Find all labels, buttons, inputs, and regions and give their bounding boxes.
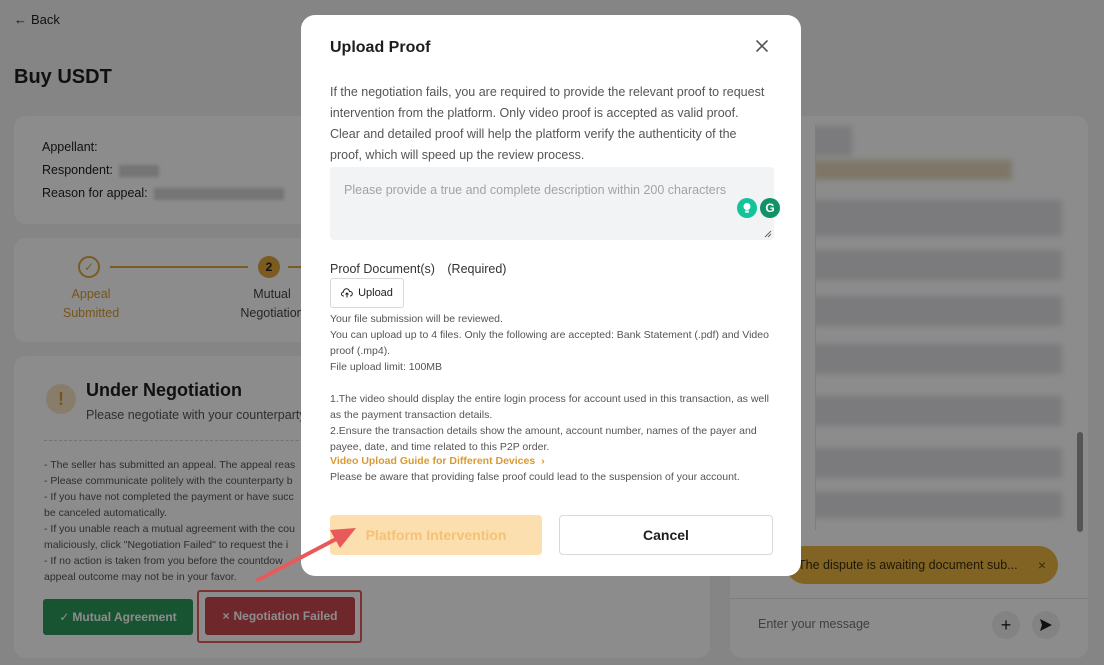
resize-handle-icon[interactable] [764, 230, 772, 238]
platform-intervention-button[interactable]: Platform Intervention [330, 515, 542, 555]
description-textarea[interactable] [330, 167, 774, 240]
upload-proof-modal: Upload Proof If the negotiation fails, y… [301, 15, 801, 576]
proof-documents-label: Proof Document(s) (Required) [330, 262, 507, 276]
close-icon[interactable] [753, 37, 771, 55]
cancel-button[interactable]: Cancel [559, 515, 773, 555]
false-proof-warning: Please be aware that providing false pro… [330, 471, 740, 483]
description-field-wrapper: G [330, 167, 780, 240]
grammarly-icon[interactable]: G [760, 198, 780, 218]
upload-cloud-icon [341, 288, 353, 298]
guide-link-label: Video Upload Guide for Different Devices [330, 455, 536, 467]
lightbulb-icon[interactable] [737, 198, 757, 218]
chevron-right-icon: › [541, 455, 545, 467]
modal-intro-text: If the negotiation fails, you are requir… [330, 85, 765, 162]
upload-instructions: Your file submission will be reviewed. Y… [330, 313, 769, 453]
upload-label: Upload [358, 287, 393, 299]
modal-title: Upload Proof [330, 39, 431, 56]
video-upload-guide-link[interactable]: Video Upload Guide for Different Devices… [330, 455, 545, 467]
upload-button[interactable]: Upload [330, 278, 404, 308]
